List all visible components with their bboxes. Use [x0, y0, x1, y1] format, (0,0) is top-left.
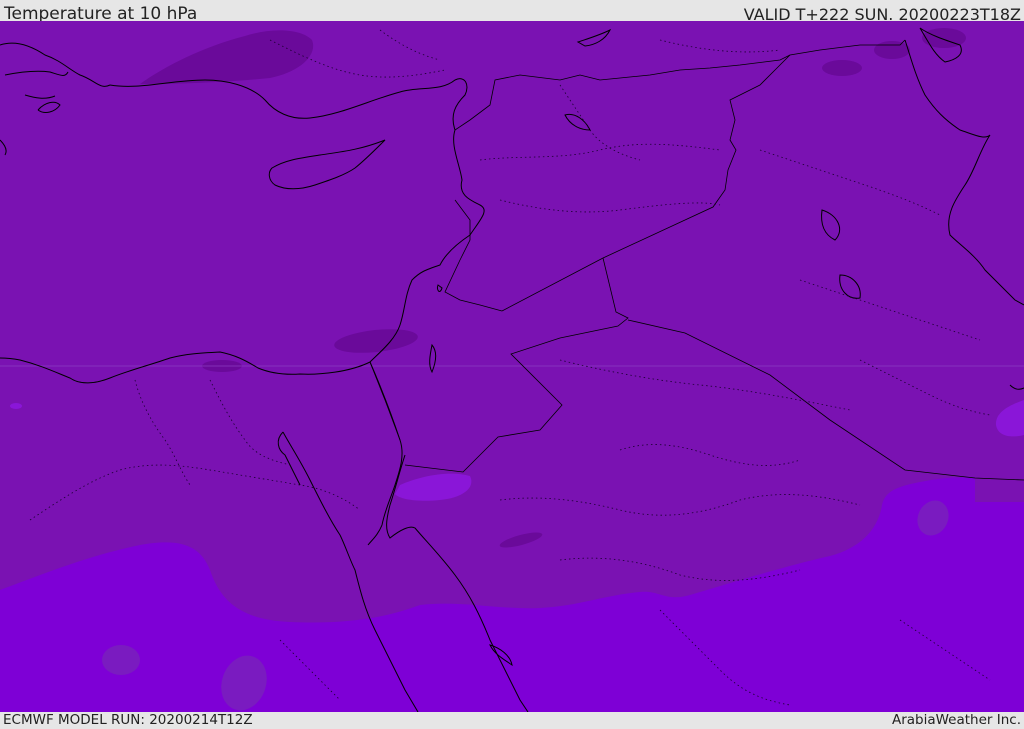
footer-bar: ECMWF MODEL RUN: 20200214T12Z ArabiaWeat…	[0, 712, 1024, 729]
temperature-patch-ne2	[874, 41, 910, 59]
header-bar: Temperature at 10 hPa VALID T+222 SUN. 2…	[0, 0, 1024, 24]
temperature-patch-west	[10, 403, 22, 409]
temperature-patch-ne1	[822, 60, 862, 76]
model-run-label: ECMWF MODEL RUN: 20200214T12Z	[3, 712, 253, 728]
temperature-map	[0, 21, 1024, 712]
temperature-patch-sw1	[102, 645, 140, 675]
credit-label: ArabiaWeather Inc.	[891, 712, 1021, 728]
